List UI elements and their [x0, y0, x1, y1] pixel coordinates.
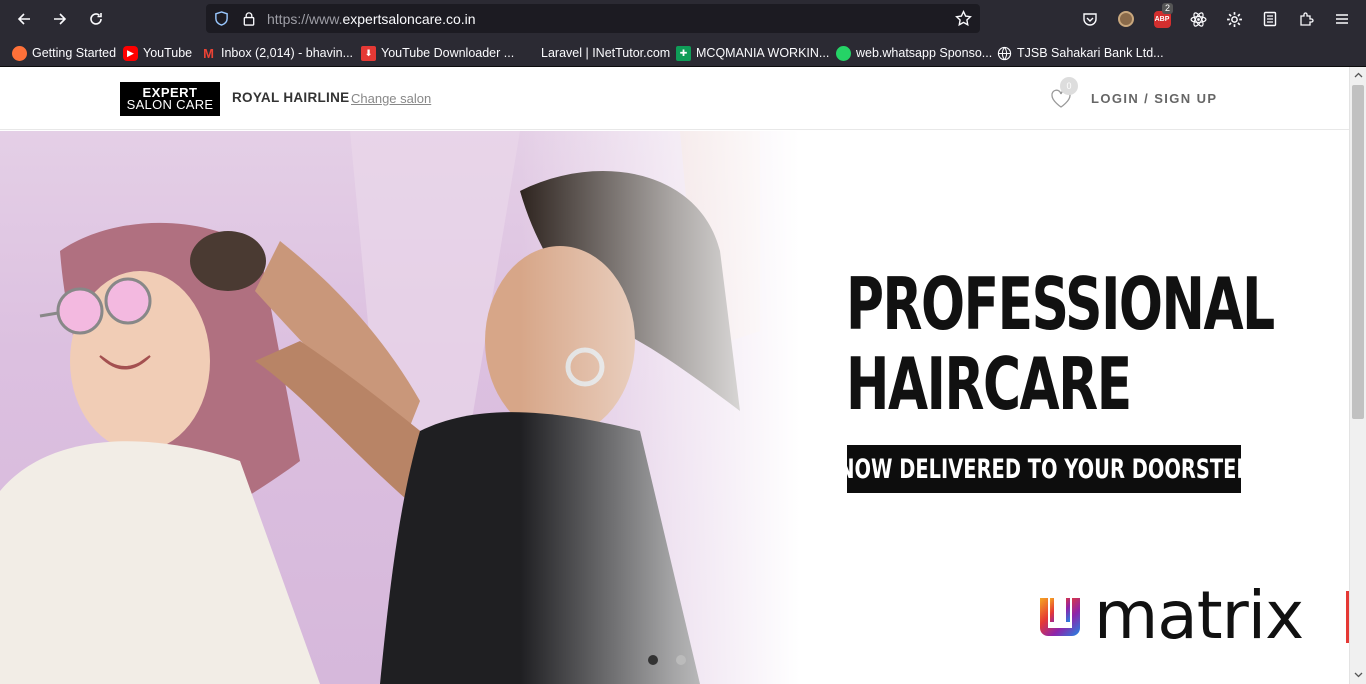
back-button[interactable] — [12, 7, 36, 31]
address-bar[interactable]: https://www.expertsaloncare.co.in — [206, 4, 980, 33]
change-salon-link[interactable]: Change salon — [351, 91, 431, 106]
reload-button[interactable] — [84, 7, 108, 31]
web-page: EXPERT SALON CARE ROYAL HAIRLINE Change … — [0, 67, 1349, 684]
gmail-icon: M — [201, 45, 216, 61]
bookmark-label: Laravel | INetTutor.com — [541, 46, 671, 60]
bookmark-label: MCQMANIA WORKIN... — [696, 46, 830, 60]
brand-name: matrix — [1094, 577, 1304, 654]
hero-headline: PROFESSIONAL HAIRCARE — [846, 262, 1275, 426]
bookmark-tjsb[interactable]: TJSB Sahakari Bank Ltd... — [997, 44, 1164, 62]
browser-toolbar: https://www.expertsaloncare.co.in ABP 2 — [0, 0, 1366, 37]
chevron-down-icon — [1354, 672, 1362, 678]
bookmarks-bar: Getting Started ▶ YouTube M Inbox (2,014) … — [0, 37, 1366, 67]
bookmark-label: YouTube — [143, 46, 193, 60]
bookmark-whatsapp[interactable]: web.whatsapp Sponso... — [836, 44, 992, 62]
extensions-button[interactable] — [1295, 8, 1317, 30]
pocket-icon — [1083, 13, 1097, 26]
url-domain: expertsaloncare.co.in — [342, 11, 476, 27]
shield-icon[interactable] — [214, 11, 229, 26]
site-header: EXPERT SALON CARE ROYAL HAIRLINE Change … — [0, 67, 1349, 130]
adblock-count-badge: 2 — [1162, 3, 1174, 14]
firefox-icon — [12, 45, 27, 61]
pocket-button[interactable] — [1079, 8, 1101, 30]
hero-strip: NOW DELIVERED TO YOUR DOORSTEP — [838, 445, 1250, 493]
photo-fade — [520, 131, 800, 684]
puzzle-icon — [1300, 12, 1314, 26]
lock-icon[interactable] — [242, 11, 256, 26]
arrow-left-icon — [17, 13, 30, 25]
scroll-up-arrow[interactable] — [1350, 67, 1366, 83]
gear-icon — [1226, 11, 1242, 27]
bookmark-label: YouTube Downloader ... — [381, 46, 515, 60]
sheets-icon: ✚ — [676, 45, 691, 61]
arrow-right-icon — [54, 13, 67, 25]
matrix-m-icon — [1040, 598, 1080, 636]
react-devtools-button[interactable] — [1187, 8, 1209, 30]
carousel-dot-1[interactable] — [648, 655, 658, 665]
reader-icon — [1263, 11, 1277, 27]
headline-line2: HAIRCARE — [846, 342, 1132, 426]
avatar — [1118, 11, 1134, 27]
star-icon[interactable] — [955, 10, 972, 27]
atom-icon — [1189, 11, 1207, 27]
url-text[interactable]: https://www.expertsaloncare.co.in — [267, 11, 476, 27]
settings-extension-button[interactable] — [1223, 8, 1245, 30]
globe-icon — [997, 46, 1012, 60]
scroll-thumb[interactable] — [1352, 85, 1364, 419]
account-button[interactable] — [1115, 8, 1137, 30]
wishlist-count-badge: 0 — [1060, 77, 1078, 95]
download-icon: ⬇ — [361, 45, 376, 61]
salon-name: ROYAL HAIRLINE — [232, 90, 350, 105]
forward-button[interactable] — [48, 7, 72, 31]
url-prefix: https://www. — [267, 11, 343, 27]
bookmark-gmail[interactable]: M Inbox (2,014) - bhavin... — [201, 44, 353, 62]
hero-banner[interactable]: PROFESSIONAL HAIRCARE NOW DELIVERED TO Y… — [0, 131, 1349, 684]
bookmark-label: web.whatsapp Sponso... — [856, 46, 993, 60]
hero-photo — [0, 131, 800, 684]
bookmark-label: Getting Started — [32, 46, 117, 60]
carousel-dots — [648, 655, 686, 665]
scroll-down-arrow[interactable] — [1350, 667, 1366, 683]
headline-line1: PROFESSIONAL — [846, 262, 1275, 346]
bookmark-mcqmania[interactable]: ✚ MCQMANIA WORKIN... — [676, 44, 829, 62]
adblock-button[interactable]: ABP 2 — [1151, 3, 1174, 30]
youtube-icon: ▶ — [123, 45, 138, 61]
bookmark-youtube[interactable]: ▶ YouTube — [123, 44, 192, 62]
menu-button[interactable] — [1331, 8, 1353, 30]
hamburger-icon — [1336, 14, 1348, 24]
carousel-dot-2[interactable] — [676, 655, 686, 665]
strip-text: NOW DELIVERED TO YOUR DOORSTEP — [837, 453, 1251, 485]
bookmark-label: Inbox (2,014) - bhavin... — [221, 46, 354, 60]
site-logo[interactable]: EXPERT SALON CARE — [120, 82, 220, 116]
reload-icon — [90, 13, 102, 25]
logo-line2: SALON CARE — [126, 97, 214, 112]
bookmark-youtube-downloader[interactable]: ⬇ YouTube Downloader ... — [361, 44, 514, 62]
brand-logo: matrix — [1036, 577, 1304, 654]
bookmark-laravel[interactable]: Laravel | INetTutor.com — [541, 44, 670, 62]
login-signup-link[interactable]: LOGIN / SIGN UP — [1091, 91, 1217, 106]
bookmark-getting-started[interactable]: Getting Started — [12, 44, 116, 62]
whatsapp-icon — [836, 45, 851, 61]
chevron-up-icon — [1354, 72, 1362, 78]
reader-button[interactable] — [1259, 8, 1281, 30]
page-scrollbar[interactable] — [1349, 67, 1366, 684]
bookmark-label: TJSB Sahakari Bank Ltd... — [1017, 46, 1164, 60]
